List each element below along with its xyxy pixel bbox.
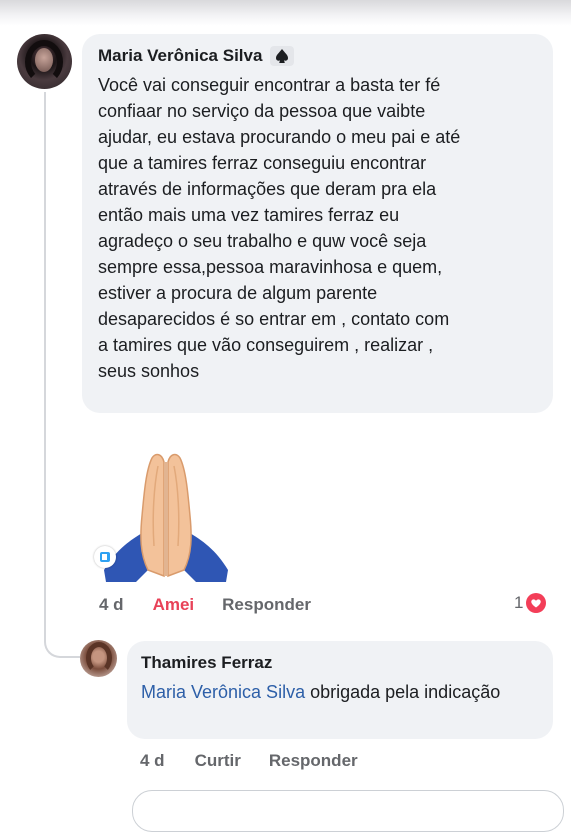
comment-actions: 4 d Amei Responder [99, 595, 311, 615]
reply-actions: 4 d Curtir Responder [140, 751, 358, 771]
top-fade [0, 0, 571, 26]
like-button[interactable]: Curtir [195, 751, 241, 771]
reply-bubble: Thamires Ferraz Maria Verônica Silva obr… [127, 641, 553, 739]
love-reaction-button[interactable]: Amei [153, 595, 195, 615]
thread-line [44, 92, 46, 632]
reply-text: Maria Verônica Silva obrigada pela indic… [141, 679, 539, 705]
spade-badge-icon [270, 46, 295, 66]
comment-author[interactable]: Maria Verônica Silva [98, 44, 295, 68]
comment-text: Você vai conseguir encontrar a basta ter… [98, 75, 461, 381]
comment-time[interactable]: 4 d [99, 595, 124, 615]
reply-avatar[interactable] [80, 640, 117, 677]
reply-to-reply-button[interactable]: Responder [269, 751, 358, 771]
avatar-hair [86, 642, 112, 674]
reply-button[interactable]: Responder [222, 595, 311, 615]
comment-author-name[interactable]: Maria Verônica Silva [98, 44, 262, 68]
mention-link[interactable]: Maria Verônica Silva [141, 682, 305, 702]
sticker-badge-icon [94, 546, 116, 568]
avatar[interactable] [17, 34, 72, 89]
reply-input-box[interactable] [132, 790, 564, 832]
reaction-count: 1 [514, 593, 524, 612]
reply-author[interactable]: Thamires Ferraz [141, 651, 272, 675]
reply-time[interactable]: 4 d [140, 751, 165, 771]
reaction-summary[interactable]: 1 [514, 593, 547, 613]
folded-hands-emoji [96, 446, 236, 586]
reply-message: obrigada pela indicação [305, 682, 501, 702]
heart-reaction-icon [526, 593, 547, 613]
avatar-face [35, 48, 53, 72]
thread-connector [44, 612, 80, 658]
comment-bubble: Maria Verônica Silva Você vai conseguir … [82, 34, 553, 413]
